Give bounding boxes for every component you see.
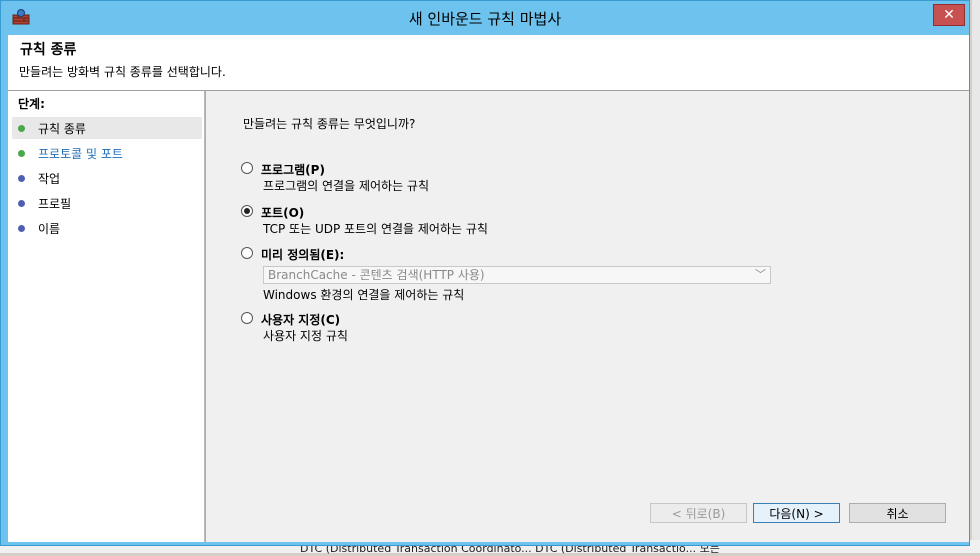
page-title: 규칙 종류 — [20, 42, 77, 58]
step-done-bullet-icon — [18, 124, 25, 132]
steps-title: 단계: — [18, 97, 45, 111]
wizard-header: 규칙 종류 만들려는 방화벽 규칙 종류를 선택합니다. — [8, 35, 969, 91]
chevron-down-icon: ﹀ — [755, 268, 766, 281]
step-label: 프로필 — [38, 196, 72, 211]
step-label[interactable]: 프로토콜 및 포트 — [38, 145, 123, 162]
option-label[interactable]: 프로그램(P) — [261, 161, 325, 178]
step-label: 이름 — [38, 221, 61, 236]
step-pending-bullet-icon — [18, 199, 25, 207]
step-label: 규칙 종류 — [38, 121, 86, 136]
option-label[interactable]: 미리 정의됨(E): — [261, 246, 344, 263]
rule-type-question: 만들려는 규칙 종류는 무엇입니까? — [243, 117, 416, 131]
background-window-edge — [972, 0, 980, 553]
radio-port[interactable] — [241, 205, 253, 217]
radio-custom[interactable] — [241, 312, 253, 324]
option-label[interactable]: 포트(O) — [261, 204, 304, 221]
step-label: 작업 — [38, 171, 61, 186]
option-description: Windows 환경의 연결을 제어하는 규칙 — [263, 288, 465, 302]
radio-program[interactable] — [241, 162, 253, 174]
step-item-name[interactable]: 이름 — [12, 217, 202, 239]
option-label[interactable]: 사용자 지정(C) — [261, 311, 340, 328]
cancel-button[interactable]: 취소 — [849, 503, 946, 523]
wizard-window: 새 인바운드 규칙 마법사 ✕ 규칙 종류 만들려는 방화벽 규칙 종류를 선택… — [0, 0, 970, 546]
option-description: 사용자 지정 규칙 — [263, 329, 348, 343]
steps-pane: 단계: 규칙 종류 프로토콜 및 포트 작업 프로필 이름 — [8, 91, 205, 542]
step-item-profile[interactable]: 프로필 — [12, 192, 202, 214]
step-item-action[interactable]: 작업 — [12, 167, 202, 189]
option-description: TCP 또는 UDP 포트의 연결을 제어하는 규칙 — [263, 222, 488, 236]
close-button[interactable]: ✕ — [933, 4, 965, 26]
next-button[interactable]: 다음(N) > — [753, 503, 840, 523]
step-done-bullet-icon — [18, 149, 25, 157]
page-subtitle: 만들려는 방화벽 규칙 종류를 선택합니다. — [19, 65, 226, 79]
step-item-rule-type[interactable]: 규칙 종류 — [12, 117, 202, 139]
radio-predefined[interactable] — [241, 247, 253, 259]
option-description: 프로그램의 연결을 제어하는 규칙 — [263, 179, 430, 193]
content-pane: 만들려는 규칙 종류는 무엇입니까? 프로그램(P) 프로그램의 연결을 제어하… — [206, 91, 969, 542]
step-pending-bullet-icon — [18, 174, 25, 182]
predefined-rule-select[interactable]: BranchCache - 콘텐츠 검색(HTTP 사용) ﹀ — [263, 266, 771, 284]
select-value: BranchCache - 콘텐츠 검색(HTTP 사용) — [268, 268, 485, 282]
step-item-protocol-ports[interactable]: 프로토콜 및 포트 — [12, 142, 202, 164]
title-bar[interactable]: 새 인바운드 규칙 마법사 ✕ — [1, 1, 969, 35]
step-pending-bullet-icon — [18, 224, 25, 232]
back-button[interactable]: < 뒤로(B) — [650, 503, 747, 523]
window-title: 새 인바운드 규칙 마법사 — [408, 10, 562, 28]
